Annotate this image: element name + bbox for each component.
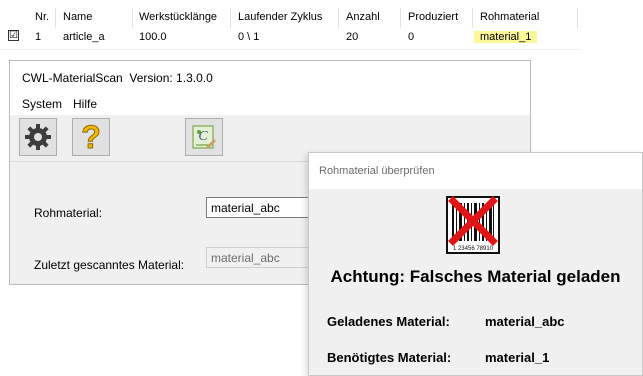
required-material-label: Benötigtes Material: (327, 350, 452, 365)
menu-hilfe[interactable]: Hilfe (73, 97, 97, 111)
column-header-cycle[interactable]: Laufender Zyklus (238, 11, 322, 23)
window-title: CWL-MaterialScan Version: 1.3.0.0 (22, 71, 213, 85)
column-separator (472, 8, 473, 28)
dialog-title: Rohmaterial überprüfen (319, 165, 435, 177)
column-separator (577, 8, 578, 28)
cell-material: material_1 (474, 31, 538, 43)
barcode-error-icon: 1 23456 78910 (446, 196, 500, 254)
settings-button[interactable] (19, 118, 57, 156)
cell-produced: 0 (408, 31, 415, 43)
menu-bar: System Hilfe (10, 93, 530, 115)
cell-name: article_a (63, 31, 105, 43)
title-bar[interactable]: CWL-MaterialScan Version: 1.3.0.0 (10, 61, 530, 93)
article-grid: Nr. Name Werkstücklänge Laufender Zyklus… (0, 0, 580, 52)
column-header-nr[interactable]: Nr. (35, 11, 49, 23)
loaded-material-value: material_abc (485, 314, 565, 329)
column-header-length[interactable]: Werkstücklänge (139, 11, 217, 23)
column-separator (55, 8, 56, 28)
help-button[interactable]: ? (72, 118, 110, 156)
dialog-title-bar[interactable]: Rohmaterial überprüfen (309, 153, 642, 189)
cell-nr: 1 (35, 31, 42, 43)
svg-text:?: ? (81, 122, 101, 152)
row-divider (0, 49, 580, 50)
menu-system[interactable]: System (22, 97, 62, 111)
column-header-name[interactable]: Name (63, 11, 92, 23)
column-header-count[interactable]: Anzahl (346, 11, 380, 23)
cell-count: 20 (346, 31, 359, 43)
row-checkbox[interactable]: ☑ (8, 30, 19, 41)
cell-length: 100.0 (139, 31, 167, 43)
help-icon: ? (81, 122, 102, 152)
loaded-material-label: Geladenes Material: (327, 314, 450, 329)
column-header-material[interactable]: Rohmaterial (480, 11, 539, 23)
last-scanned-label: Zuletzt gescanntes Material: (34, 258, 185, 272)
column-header-produced[interactable]: Produziert (408, 11, 458, 23)
barcode-number: 1 23456 78910 (453, 246, 494, 252)
raw-material-label: Rohmaterial: (34, 206, 103, 220)
column-separator (132, 8, 133, 28)
required-material-value: material_1 (485, 350, 550, 365)
warning-message: Achtung: Falsches Material geladen (330, 267, 621, 286)
material-check-dialog: Rohmaterial überprüfen 1 23456 78910 Ach… (308, 152, 643, 376)
column-separator (400, 8, 401, 28)
gear-icon (25, 124, 51, 150)
column-separator (338, 8, 339, 28)
column-separator (230, 8, 231, 28)
material-button[interactable]: C (185, 118, 223, 156)
material-icon: C (192, 125, 216, 149)
cell-cycle: 0 \ 1 (238, 31, 260, 43)
